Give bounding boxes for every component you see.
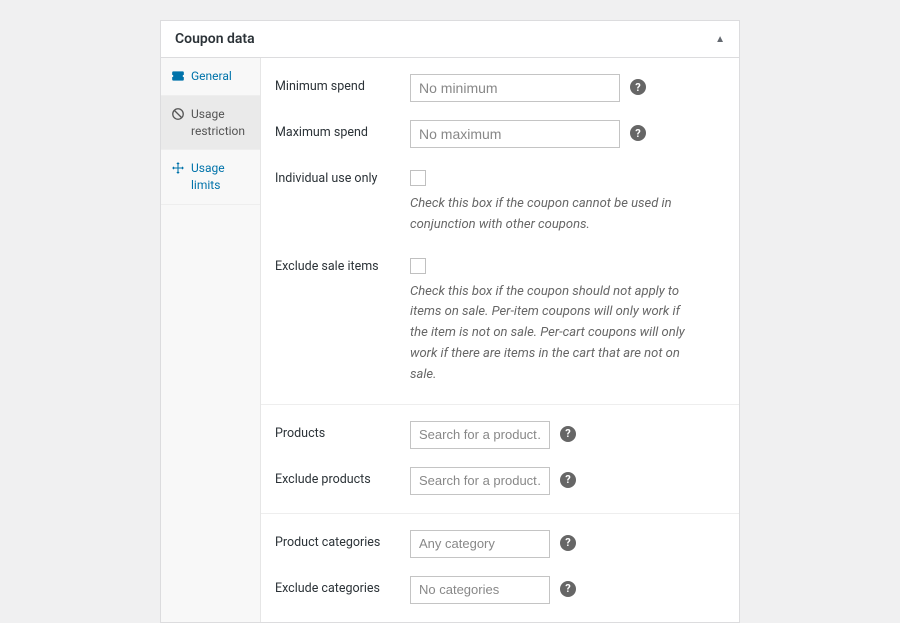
row-product-categories: Product categories ? bbox=[275, 530, 725, 558]
individual-use-checkbox[interactable] bbox=[410, 170, 426, 186]
exclude-products-input[interactable] bbox=[410, 467, 550, 495]
move-icon bbox=[171, 161, 185, 175]
product-categories-input[interactable] bbox=[410, 530, 550, 558]
help-icon[interactable]: ? bbox=[560, 581, 576, 597]
products-input[interactable] bbox=[410, 421, 550, 449]
label-exclude-sale: Exclude sale items bbox=[275, 254, 410, 274]
help-icon[interactable]: ? bbox=[560, 426, 576, 442]
tab-general-label: General bbox=[191, 68, 232, 85]
help-icon[interactable]: ? bbox=[630, 125, 646, 141]
row-maximum-spend: Maximum spend ? bbox=[275, 120, 725, 148]
no-entry-icon bbox=[171, 107, 185, 121]
content-area: Minimum spend ? Maximum spend ? Individu… bbox=[261, 58, 739, 622]
ticket-icon bbox=[171, 69, 185, 83]
help-icon[interactable]: ? bbox=[630, 79, 646, 95]
row-products: Products ? bbox=[275, 421, 725, 449]
help-icon[interactable]: ? bbox=[560, 472, 576, 488]
row-exclude-categories: Exclude categories ? bbox=[275, 576, 725, 604]
coupon-data-panel: Coupon data ▲ General Usage restriction bbox=[160, 20, 740, 623]
row-minimum-spend: Minimum spend ? bbox=[275, 74, 725, 102]
label-maximum-spend: Maximum spend bbox=[275, 120, 410, 140]
label-product-categories: Product categories bbox=[275, 530, 410, 550]
tab-usage-limits[interactable]: Usage limits bbox=[161, 150, 260, 205]
label-exclude-categories: Exclude categories bbox=[275, 576, 410, 596]
individual-use-description: Check this box if the coupon cannot be u… bbox=[410, 194, 690, 236]
maximum-spend-input[interactable] bbox=[410, 120, 620, 148]
label-minimum-spend: Minimum spend bbox=[275, 74, 410, 94]
row-individual-use: Individual use only Check this box if th… bbox=[275, 166, 725, 236]
tab-usage-restriction[interactable]: Usage restriction bbox=[161, 96, 260, 151]
collapse-icon[interactable]: ▲ bbox=[715, 34, 725, 45]
tab-usage-restriction-label: Usage restriction bbox=[191, 106, 250, 140]
tab-usage-limits-label: Usage limits bbox=[191, 160, 250, 194]
exclude-sale-description: Check this box if the coupon should not … bbox=[410, 282, 690, 386]
label-products: Products bbox=[275, 421, 410, 441]
label-exclude-products: Exclude products bbox=[275, 467, 410, 487]
panel-header: Coupon data ▲ bbox=[161, 21, 739, 58]
row-exclude-products: Exclude products ? bbox=[275, 467, 725, 495]
tab-general[interactable]: General bbox=[161, 58, 260, 96]
panel-title: Coupon data bbox=[175, 31, 255, 47]
exclude-categories-input[interactable] bbox=[410, 576, 550, 604]
panel-body: General Usage restriction Usage limits M… bbox=[161, 58, 739, 622]
exclude-sale-checkbox[interactable] bbox=[410, 258, 426, 274]
help-icon[interactable]: ? bbox=[560, 535, 576, 551]
row-exclude-sale: Exclude sale items Check this box if the… bbox=[275, 254, 725, 386]
sidebar: General Usage restriction Usage limits bbox=[161, 58, 261, 622]
minimum-spend-input[interactable] bbox=[410, 74, 620, 102]
label-individual-use: Individual use only bbox=[275, 166, 410, 186]
